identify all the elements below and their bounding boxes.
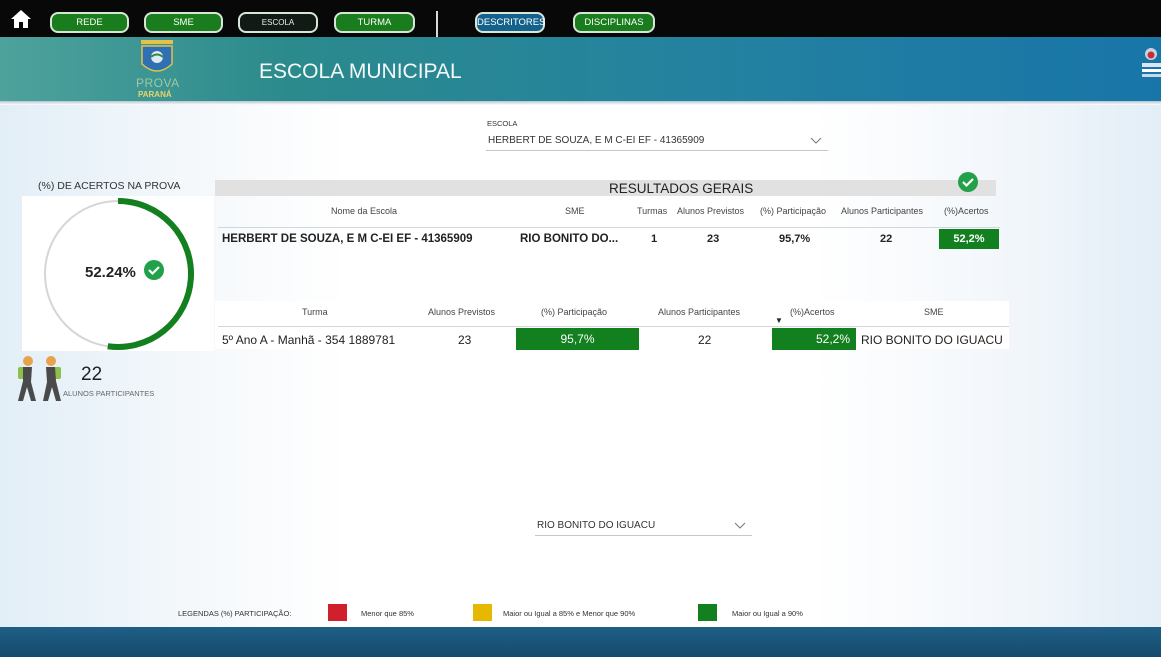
col-header-participacao[interactable]: (%) Participação — [541, 307, 607, 317]
alunos-previstos-cell: 23 — [707, 233, 720, 245]
nav-divider — [436, 11, 438, 39]
municipio-dropdown[interactable]: RIO BONITO DO IGUACU — [535, 516, 752, 536]
sme-cell: RIO BONITO DO IGUACU — [861, 333, 1003, 347]
check-circle-icon — [958, 172, 978, 192]
col-header-sme[interactable]: SME — [565, 206, 585, 216]
legend-title: LEGENDAS (%) PARTICIPAÇÃO: — [178, 609, 292, 618]
legend-swatch-yellow — [473, 604, 492, 621]
participants-label: ALUNOS PARTICIPANTES — [63, 389, 155, 398]
participacao-cell: 95,7% — [779, 233, 811, 245]
alunos-previstos-cell: 23 — [458, 333, 472, 347]
logo-text-prova: PROVA — [136, 76, 180, 90]
legend-label-yellow: Maior ou Igual a 85% e Menor que 90% — [503, 609, 636, 618]
col-header-acertos[interactable]: (%)Acertos — [944, 206, 989, 216]
legend-label-red: Menor que 85% — [361, 609, 414, 618]
check-circle-icon — [144, 260, 164, 280]
col-header-alunos-previstos[interactable]: Alunos Previstos — [428, 307, 495, 317]
col-header-alunos-previstos[interactable]: Alunos Previstos — [677, 206, 744, 216]
footer-bar — [0, 627, 1161, 657]
escola-slicer-label: ESCOLA — [487, 119, 518, 128]
col-header-turma[interactable]: Turma — [302, 307, 328, 317]
col-header-turmas[interactable]: Turmas — [637, 206, 667, 216]
legend-label-green: Maior ou Igual a 90% — [732, 609, 803, 618]
col-header-nome-escola[interactable]: Nome da Escola — [331, 206, 397, 216]
turma-cell: 5º Ano A - Manhã - 354 1889781 — [222, 333, 396, 347]
alunos-participantes-cell: 22 — [880, 233, 893, 245]
escola-dropdown-value: HERBERT DE SOUZA, E M C-EI EF - 41365909 — [488, 135, 705, 146]
participants-count: 22 — [81, 364, 103, 385]
nav-sme-button[interactable]: SME — [144, 12, 223, 33]
gauge-title: (%) DE ACERTOS NA PROVA — [38, 180, 181, 192]
nav-descritores-button[interactable]: DESCRITORES — [475, 12, 545, 33]
col-header-alunos-participantes[interactable]: Alunos Participantes — [841, 206, 923, 216]
nav-escola-button[interactable]: ESCOLA — [238, 12, 318, 33]
sort-desc-icon[interactable]: ▼ — [775, 316, 783, 325]
results-title: RESULTADOS GERAIS — [609, 181, 754, 196]
students-icon — [18, 356, 61, 401]
top-nav-bar: REDE SME ESCOLA TURMA DESCRITORES DISCIP… — [0, 0, 1161, 39]
parana-government-crest — [1142, 48, 1161, 77]
home-icon[interactable] — [10, 9, 32, 29]
col-header-alunos-participantes[interactable]: Alunos Participantes — [658, 307, 740, 317]
nav-rede-button[interactable]: REDE — [50, 12, 129, 33]
chevron-down-icon — [810, 137, 822, 144]
escola-dropdown[interactable]: HERBERT DE SOUZA, E M C-EI EF - 41365909 — [486, 131, 828, 151]
chevron-down-icon — [734, 522, 746, 529]
nav-disciplinas-button[interactable]: DISCIPLINAS — [573, 12, 655, 33]
legend-swatch-green — [698, 604, 717, 621]
col-header-sme[interactable]: SME — [924, 307, 944, 317]
acertos-cell: 52,2% — [939, 229, 999, 249]
turmas-cell: 1 — [651, 233, 658, 245]
nav-turma-button[interactable]: TURMA — [334, 12, 415, 33]
gauge-value: 52.24% — [85, 264, 136, 281]
results-header-bar — [215, 180, 996, 196]
acertos-cell: 52,2% — [772, 328, 856, 350]
page-title: ESCOLA MUNICIPAL — [259, 60, 462, 83]
col-header-participacao[interactable]: (%) Participação — [760, 206, 826, 216]
col-header-acertos[interactable]: (%)Acertos — [790, 307, 835, 317]
sme-cell: RIO BONITO DO... — [520, 233, 619, 245]
alunos-participantes-cell: 22 — [698, 333, 712, 347]
logo-text-parana: PARANÁ — [138, 90, 172, 99]
school-name-cell: HERBERT DE SOUZA, E M C-EI EF - 41365909 — [222, 233, 473, 245]
participacao-cell: 95,7% — [516, 328, 639, 350]
municipio-dropdown-value: RIO BONITO DO IGUACU — [537, 520, 656, 531]
legend-swatch-red — [328, 604, 347, 621]
